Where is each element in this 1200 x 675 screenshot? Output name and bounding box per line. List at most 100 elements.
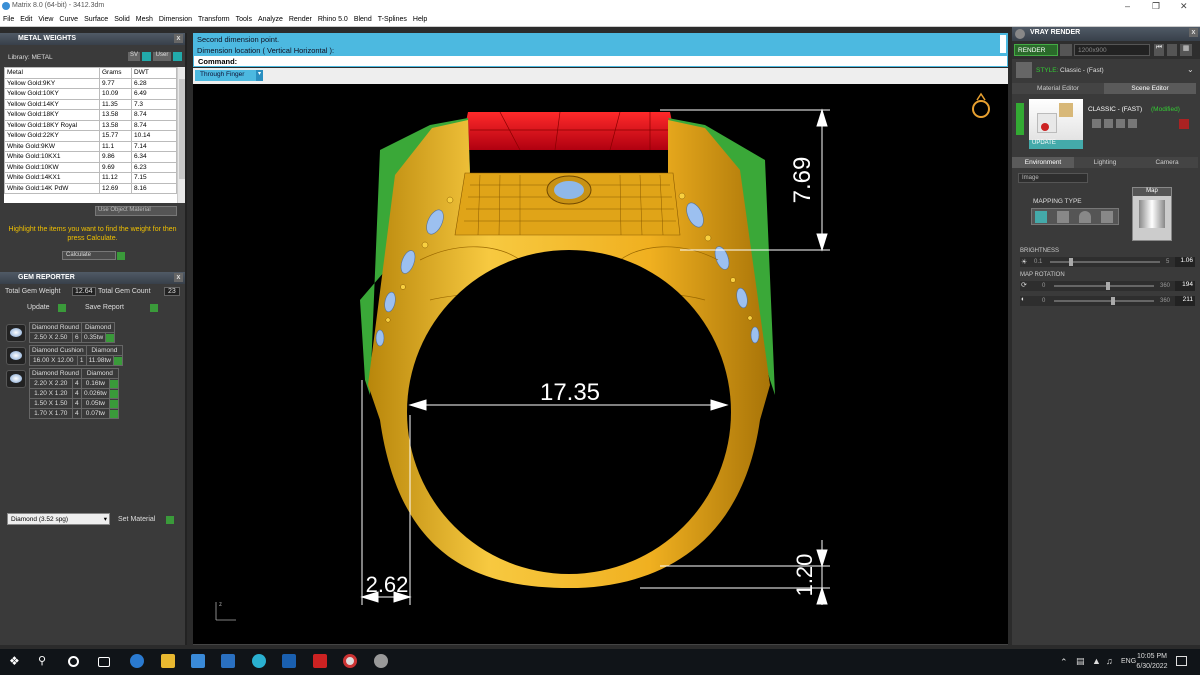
table-row[interactable]: Yellow Gold:18KY 13.58 8.74: [4, 109, 177, 121]
tray-wifi-icon[interactable]: ▲: [1092, 656, 1101, 666]
rotation-1-slider[interactable]: [1054, 282, 1154, 290]
preset-folder-icon[interactable]: [1104, 119, 1113, 128]
tab-material-editor[interactable]: Material Editor: [1012, 83, 1104, 94]
gem-material-select[interactable]: Diamond (3.52 spg) ▾: [7, 513, 110, 525]
gem-row-go-icon[interactable]: [108, 398, 119, 409]
gem-row[interactable]: 1.70 X 1.70 4 0.07tw: [29, 408, 119, 419]
cortana-icon[interactable]: [68, 656, 79, 667]
map-thumbnail[interactable]: Map: [1132, 187, 1172, 241]
use-object-material-select[interactable]: Use Object Material: [95, 206, 177, 216]
calculate-go-icon[interactable]: [117, 252, 125, 260]
matrix-app-icon[interactable]: [374, 654, 388, 668]
rotation-1-thumb[interactable]: [1106, 282, 1110, 290]
brightness-slider-thumb[interactable]: [1068, 258, 1073, 266]
gem-reporter-close-icon[interactable]: x: [174, 273, 183, 282]
col-metal[interactable]: Metal: [4, 67, 100, 79]
menu-render[interactable]: Render: [286, 13, 315, 23]
gem-row-go-icon[interactable]: [108, 408, 119, 419]
preset-star-icon[interactable]: [1128, 119, 1137, 128]
command-scrollbar[interactable]: [1000, 35, 1006, 53]
preset-delete-icon[interactable]: [1179, 119, 1189, 129]
preset-prev-icon[interactable]: [1016, 103, 1024, 135]
menu-blend[interactable]: Blend: [351, 13, 375, 23]
col-grams[interactable]: Grams: [99, 67, 132, 79]
gem-row[interactable]: 2.50 X 2.50 6 0.35tw: [29, 332, 116, 343]
tray-chevron-up-icon[interactable]: ⌃: [1060, 657, 1068, 668]
tab-environment[interactable]: Environment: [1012, 157, 1074, 168]
table-row[interactable]: White Gold:14K PdW 12.69 8.16: [4, 182, 177, 194]
library-user-button[interactable]: User: [153, 52, 171, 61]
menu-mesh[interactable]: Mesh: [133, 13, 156, 23]
table-row[interactable]: White Gold:10KX1 9.86 6.34: [4, 151, 177, 163]
set-material-go-icon[interactable]: [166, 516, 174, 524]
style-value[interactable]: Classic - (Fast): [1060, 67, 1104, 74]
vray-close-icon[interactable]: x: [1189, 28, 1198, 37]
app-icon-3[interactable]: [313, 654, 327, 668]
minimize-icon[interactable]: –: [1125, 1, 1130, 11]
table-row[interactable]: Yellow Gold:18KY Royal 13.58 8.74: [4, 119, 177, 131]
maximize-icon[interactable]: ❐: [1152, 1, 1160, 12]
metal-scroll-thumb[interactable]: [179, 79, 185, 179]
gem-update-button[interactable]: Update: [27, 304, 50, 311]
view-chevron-down-icon[interactable]: ▾: [256, 70, 263, 81]
preset-save-icon[interactable]: [1092, 119, 1101, 128]
menu-surface[interactable]: Surface: [81, 13, 111, 23]
col-dwt[interactable]: DWT: [131, 67, 177, 79]
menu-solid[interactable]: Solid: [111, 13, 133, 23]
command-input[interactable]: Command:: [193, 55, 1008, 67]
library-sv-button[interactable]: SV: [128, 52, 140, 61]
mapping-cube-icon[interactable]: [1057, 211, 1069, 223]
tray-volume-icon[interactable]: ♫: [1106, 656, 1113, 666]
tab-camera[interactable]: Camera: [1136, 157, 1198, 168]
store-icon[interactable]: [191, 654, 205, 668]
table-row[interactable]: White Gold:14KX1 11.12 7.15: [4, 172, 177, 184]
render-button[interactable]: RENDER: [1014, 44, 1058, 56]
brightness-value[interactable]: 1.06: [1175, 257, 1195, 267]
menu-view[interactable]: View: [35, 13, 56, 23]
save-report-go-icon[interactable]: [150, 304, 158, 312]
rotation-1-value[interactable]: 194: [1175, 281, 1195, 291]
table-row[interactable]: White Gold:9KW 11.1 7.14: [4, 140, 177, 152]
calculate-button[interactable]: Calculate: [62, 251, 116, 260]
search-icon[interactable]: ⚲: [38, 654, 52, 668]
table-row[interactable]: White Gold:10KW 9.69 6.23: [4, 161, 177, 173]
mapping-plane-icon[interactable]: [1035, 211, 1047, 223]
table-row[interactable]: Yellow Gold:14KY 11.35 7.3: [4, 98, 177, 110]
gem-row-go-icon[interactable]: [105, 332, 116, 343]
save-report-button[interactable]: Save Report: [85, 304, 124, 311]
app-icon-1[interactable]: [252, 654, 266, 668]
gem-row[interactable]: 16.00 X 12.00 1 11.98tw: [29, 355, 123, 366]
snapshot-icon[interactable]: [1167, 44, 1177, 56]
library-toggle-icon[interactable]: [142, 52, 151, 61]
brightness-slider[interactable]: [1050, 258, 1160, 266]
metal-table-scrollbar[interactable]: [177, 67, 185, 203]
preset-update-button[interactable]: UPDATE: [1029, 140, 1083, 149]
tab-lighting[interactable]: Lighting: [1074, 157, 1136, 168]
resolution-input[interactable]: 1200x900: [1074, 44, 1150, 56]
ring-view-icon[interactable]: [972, 92, 990, 118]
table-row[interactable]: Yellow Gold:9KY 9.77 6.28: [4, 77, 177, 89]
menu-edit[interactable]: Edit: [17, 13, 35, 23]
menu-transform[interactable]: Transform: [195, 13, 233, 23]
metal-weights-close-icon[interactable]: x: [174, 34, 183, 43]
set-material-button[interactable]: Set Material: [118, 516, 155, 523]
gem-row[interactable]: 1.20 X 1.20 4 0.026tw: [29, 388, 119, 399]
preset-copy-icon[interactable]: [1116, 119, 1125, 128]
chrome-icon[interactable]: [343, 654, 357, 668]
tray-network-icon[interactable]: ▤: [1076, 656, 1085, 667]
rewind-icon[interactable]: ⏮: [1154, 44, 1164, 56]
tray-clock[interactable]: 10:05 PM 6/30/2022: [1132, 652, 1172, 672]
ring-drawing[interactable]: 7.69 17.35 2.62 1.20 z: [193, 84, 1008, 645]
menu-analyze[interactable]: Analyze: [255, 13, 286, 23]
rotation-2-thumb[interactable]: [1110, 297, 1115, 305]
mail-icon[interactable]: [221, 654, 235, 668]
table-row[interactable]: Yellow Gold:22KY 15.77 10.14: [4, 130, 177, 142]
menu-tsplines[interactable]: T-Splines: [375, 13, 410, 23]
env-type-select[interactable]: Image: [1018, 173, 1088, 183]
gem-row-go-icon[interactable]: [108, 378, 119, 389]
notification-icon[interactable]: [1176, 656, 1187, 666]
tab-scene-editor[interactable]: Scene Editor: [1104, 83, 1196, 94]
windows-start-icon[interactable]: ❖: [9, 654, 23, 668]
rotation-2-value[interactable]: 211: [1175, 296, 1195, 306]
rotation-2-slider[interactable]: [1054, 297, 1154, 305]
